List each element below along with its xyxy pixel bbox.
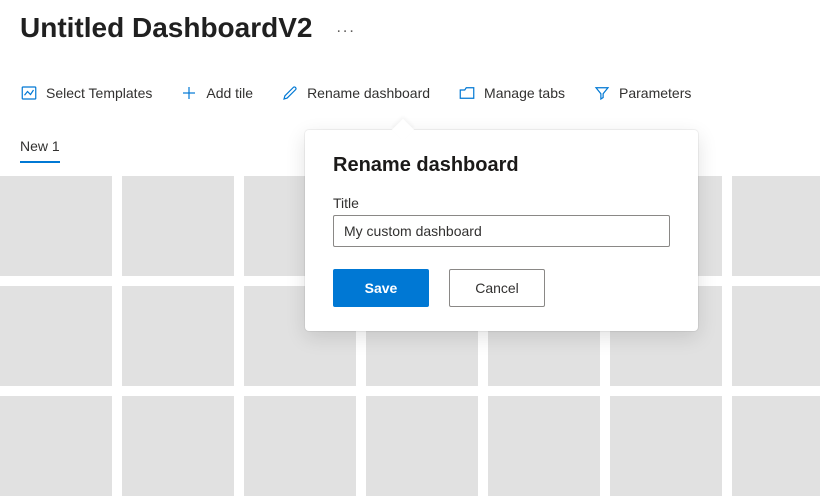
select-templates-button[interactable]: Select Templates <box>20 84 152 102</box>
parameters-button[interactable]: Parameters <box>593 84 691 102</box>
dashboard-tile[interactable] <box>366 396 478 496</box>
tab-new-1[interactable]: New 1 <box>20 138 60 162</box>
add-tile-label: Add tile <box>206 85 253 101</box>
save-button[interactable]: Save <box>333 269 429 307</box>
dashboard-tile[interactable] <box>244 396 356 496</box>
dashboard-tile[interactable] <box>610 396 722 496</box>
chart-template-icon <box>20 84 38 102</box>
toolbar: Select Templates Add tile Rename dashboa… <box>0 48 820 112</box>
dashboard-tile[interactable] <box>122 176 234 276</box>
select-templates-label: Select Templates <box>46 85 152 101</box>
funnel-icon <box>593 84 611 102</box>
dashboard-tile[interactable] <box>122 286 234 386</box>
dashboard-tile[interactable] <box>0 396 112 496</box>
pencil-icon <box>281 84 299 102</box>
dashboard-tile[interactable] <box>732 396 820 496</box>
dashboard-tile[interactable] <box>732 286 820 386</box>
title-field-label: Title <box>333 195 670 211</box>
cancel-button[interactable]: Cancel <box>449 269 545 307</box>
rename-dashboard-panel: Rename dashboard Title Save Cancel <box>305 130 698 331</box>
parameters-label: Parameters <box>619 85 691 101</box>
plus-icon <box>180 84 198 102</box>
manage-tabs-label: Manage tabs <box>484 85 565 101</box>
add-tile-button[interactable]: Add tile <box>180 84 253 102</box>
dashboard-tile[interactable] <box>122 396 234 496</box>
dashboard-tile[interactable] <box>732 176 820 276</box>
dashboard-tile[interactable] <box>0 286 112 386</box>
tabs-icon <box>458 84 476 102</box>
rename-dashboard-label: Rename dashboard <box>307 85 430 101</box>
page-title: Untitled DashboardV2 <box>20 12 312 44</box>
more-actions-button[interactable]: ... <box>336 19 355 37</box>
dashboard-tile[interactable] <box>0 176 112 276</box>
title-input[interactable] <box>333 215 670 247</box>
rename-dashboard-button[interactable]: Rename dashboard <box>281 84 430 102</box>
panel-heading: Rename dashboard <box>333 154 670 177</box>
dashboard-tile[interactable] <box>488 396 600 496</box>
manage-tabs-button[interactable]: Manage tabs <box>458 84 565 102</box>
